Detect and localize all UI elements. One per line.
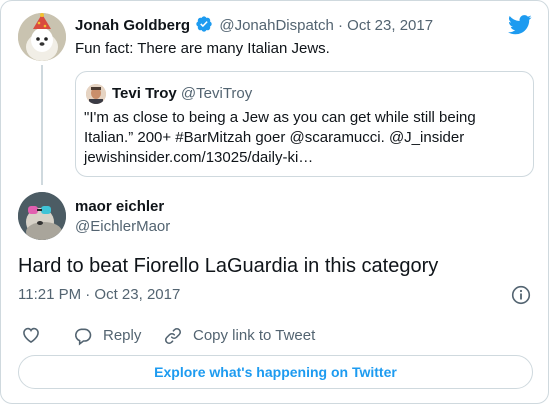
tweet1-author-handle[interactable]: @JonahDispatch: [219, 17, 333, 34]
verified-badge-icon: [196, 16, 212, 32]
tweet1-separator: ·: [338, 17, 343, 34]
link-icon: [165, 328, 181, 344]
tweet2-author-name[interactable]: maor eichler: [75, 197, 164, 217]
quoted-tweet[interactable]: Tevi Troy @TeviTroy "I'm as close to bei…: [75, 71, 534, 177]
tweet1-header: Jonah Goldberg @JonahDispatch · Oct 23, …: [75, 15, 433, 36]
copy-link-button[interactable]: Copy link to Tweet: [163, 325, 315, 347]
reply-button[interactable]: Reply: [73, 325, 141, 347]
explore-twitter-button[interactable]: Explore what's happening on Twitter: [18, 355, 533, 389]
tweet2-author-handle[interactable]: @EichlerMaor: [75, 217, 170, 237]
heart-icon: [23, 327, 39, 344]
thread-connector-line: [41, 65, 43, 185]
speech-bubble-icon: [75, 328, 92, 346]
tweet1-author-name[interactable]: Jonah Goldberg: [75, 17, 190, 34]
quoted-text-line: jewishinsider.com/13025/daily-ki…: [84, 149, 314, 166]
tweet2-timestamp[interactable]: 11:21 PM · Oct 23, 2017: [18, 285, 180, 305]
tevi-avatar: [86, 84, 106, 104]
maor-avatar[interactable]: [18, 192, 66, 240]
tweet1-text: Fun fact: There are many Italian Jews.: [75, 40, 330, 57]
quoted-text-line: Italian.” 200+ #BarMitzah goer @scaramuc…: [84, 129, 465, 146]
twitter-bird-icon[interactable]: [508, 15, 532, 40]
copy-link-label: Copy link to Tweet: [193, 327, 316, 344]
info-icon[interactable]: [511, 285, 531, 310]
reply-label: Reply: [103, 327, 142, 344]
tweet1-date[interactable]: Oct 23, 2017: [347, 17, 433, 34]
tweet-embed-card: Jonah Goldberg @JonahDispatch · Oct 23, …: [0, 0, 549, 404]
tweet2-text: Hard to beat Fiorello LaGuardia in this …: [18, 255, 439, 277]
like-button[interactable]: [21, 325, 51, 345]
quoted-tweet-header: Tevi Troy @TeviTroy: [112, 84, 252, 104]
quoted-tweet-text: "I'm as close to being a Jew as you can …: [84, 108, 524, 168]
jonah-avatar[interactable]: [18, 13, 66, 61]
quoted-text-line: "I'm as close to being a Jew as you can …: [84, 109, 476, 126]
quoted-author-name: Tevi Troy: [112, 85, 177, 102]
quoted-author-handle: @TeviTroy: [180, 85, 253, 102]
